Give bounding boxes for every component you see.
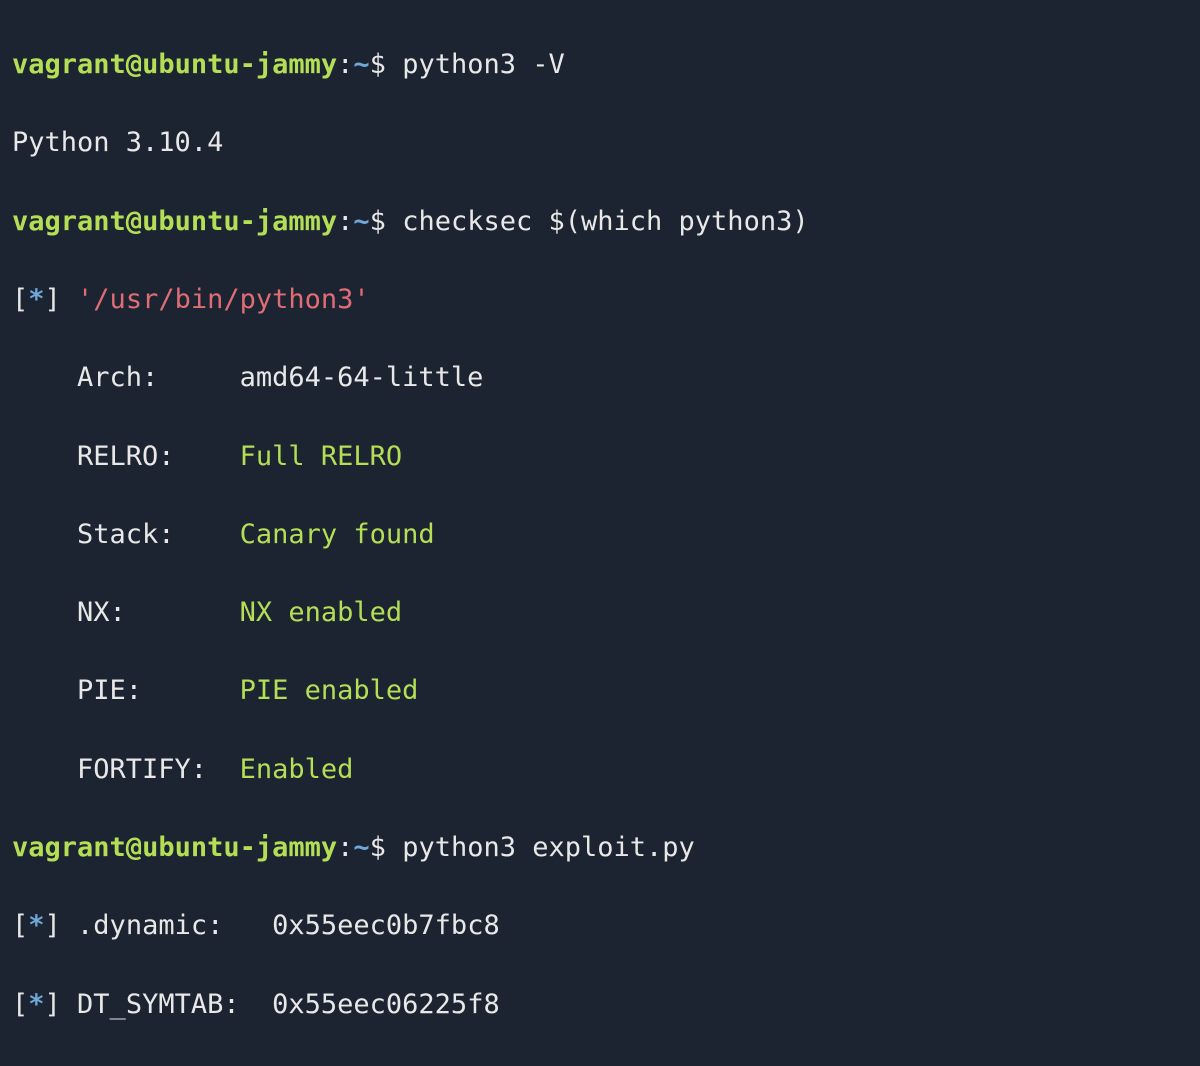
- field-value: PIE enabled: [240, 675, 419, 706]
- bracket-close: ]: [45, 910, 78, 941]
- bracket-close: ]: [45, 284, 78, 315]
- prompt-colon: :: [337, 206, 353, 237]
- field-label: Stack:: [12, 519, 240, 550]
- bracket-open: [: [12, 910, 28, 941]
- prompt-at: @: [126, 832, 142, 863]
- command-2: checksec $(which python3): [402, 206, 808, 237]
- field-value: NX enabled: [240, 597, 403, 628]
- prompt-host: ubuntu-jammy: [142, 49, 337, 80]
- prompt-dollar: $: [370, 49, 386, 80]
- checksec-path: '/usr/bin/python3': [77, 284, 370, 315]
- field-label: FORTIFY:: [12, 754, 240, 785]
- checksec-fortify: FORTIFY: Enabled: [12, 750, 1188, 789]
- bracket-open: [: [12, 989, 28, 1020]
- field-value: Canary found: [240, 519, 435, 550]
- field-label: NX:: [12, 597, 240, 628]
- prompt-dollar: $: [370, 832, 386, 863]
- field-label: DT_SYMTAB:: [77, 989, 272, 1020]
- terminal[interactable]: vagrant@ubuntu-jammy:~$ python3 -V Pytho…: [0, 0, 1200, 1066]
- prompt-line-2: vagrant@ubuntu-jammy:~$ checksec $(which…: [12, 202, 1188, 241]
- command-1: python3 -V: [402, 49, 565, 80]
- prompt-path: ~: [353, 206, 369, 237]
- prompt-dollar: $: [370, 206, 386, 237]
- prompt-colon: :: [337, 49, 353, 80]
- checksec-relro: RELRO: Full RELRO: [12, 437, 1188, 476]
- prompt-host: ubuntu-jammy: [142, 206, 337, 237]
- prompt-path: ~: [353, 49, 369, 80]
- bracket-close: ]: [45, 989, 78, 1020]
- command-3: python3 exploit.py: [402, 832, 695, 863]
- prompt-colon: :: [337, 832, 353, 863]
- star-icon: *: [28, 989, 44, 1020]
- checksec-stack: Stack: Canary found: [12, 515, 1188, 554]
- field-label: .dynamic:: [77, 910, 272, 941]
- bracket-open: [: [12, 284, 28, 315]
- field-value: 0x55eec0b7fbc8: [272, 910, 500, 941]
- field-value: Full RELRO: [240, 441, 403, 472]
- prompt-host: ubuntu-jammy: [142, 832, 337, 863]
- field-value: 0x55eec06225f8: [272, 989, 500, 1020]
- prompt-line-3: vagrant@ubuntu-jammy:~$ python3 exploit.…: [12, 828, 1188, 867]
- prompt-at: @: [126, 49, 142, 80]
- prompt-line-1: vagrant@ubuntu-jammy:~$ python3 -V: [12, 45, 1188, 84]
- checksec-arch: Arch: amd64-64-little: [12, 358, 1188, 397]
- output-python-version: Python 3.10.4: [12, 123, 1188, 162]
- field-value: amd64-64-little: [240, 362, 484, 393]
- prompt-path: ~: [353, 832, 369, 863]
- field-value: Enabled: [240, 754, 354, 785]
- exploit-dynamic: [*] .dynamic: 0x55eec0b7fbc8: [12, 906, 1188, 945]
- exploit-symtab: [*] DT_SYMTAB: 0x55eec06225f8: [12, 985, 1188, 1024]
- checksec-nx: NX: NX enabled: [12, 593, 1188, 632]
- field-label: PIE:: [12, 675, 240, 706]
- prompt-user: vagrant: [12, 49, 126, 80]
- field-label: Arch:: [12, 362, 240, 393]
- star-icon: *: [28, 910, 44, 941]
- prompt-user: vagrant: [12, 832, 126, 863]
- field-label: RELRO:: [12, 441, 240, 472]
- checksec-header: [*] '/usr/bin/python3': [12, 280, 1188, 319]
- star-icon: *: [28, 284, 44, 315]
- prompt-user: vagrant: [12, 206, 126, 237]
- checksec-pie: PIE: PIE enabled: [12, 671, 1188, 710]
- prompt-at: @: [126, 206, 142, 237]
